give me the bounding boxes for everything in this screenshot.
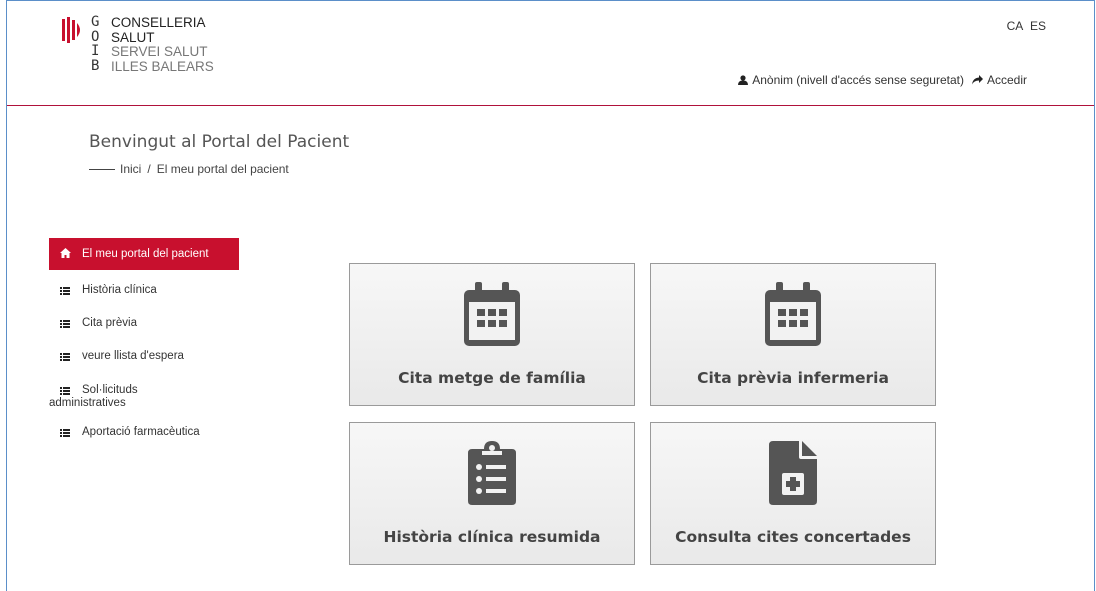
sidebar-item-historia[interactable]: Història clínica <box>49 284 239 298</box>
logo-letter: O <box>91 28 100 45</box>
login-link[interactable]: Accedir <box>987 73 1027 87</box>
home-icon <box>60 248 71 258</box>
tile-historia-clinica[interactable]: Història clínica resumida <box>349 422 635 565</box>
tile-label: Història clínica resumida <box>383 528 601 546</box>
tile-cita-metge[interactable]: Cita metge de família <box>349 263 635 406</box>
file-medical-icon <box>769 441 817 505</box>
breadcrumb-line <box>89 168 115 170</box>
sidebar-item-aportacio[interactable]: Aportació farmacèutica <box>49 426 239 440</box>
tile-cita-infermeria[interactable]: Cita prèvia infermeria <box>650 263 936 406</box>
sidebar-item-sollicituds[interactable]: Sol·licituds administratives <box>49 384 239 412</box>
logo-letter: I <box>91 43 100 59</box>
lang-es-link[interactable]: ES <box>1030 19 1046 33</box>
breadcrumb: Inici / El meu portal del pacient <box>89 162 289 176</box>
logo-letter: B <box>91 57 100 74</box>
list-icon <box>60 320 70 328</box>
user-status: Anònim (nivell d'accés sense seguretat) <box>752 73 964 87</box>
sidebar-item-label: veure llista d'espera <box>82 350 184 362</box>
list-icon <box>60 353 70 361</box>
tile-label: Cita metge de família <box>398 369 586 387</box>
logo-line-conselleria: CONSELLERIA <box>111 15 206 30</box>
logo-line-servei: SERVEI SALUT <box>111 44 208 59</box>
list-icon <box>60 287 70 295</box>
sidebar-item-label: Cita prèvia <box>82 317 137 329</box>
logo-letters: G O I B <box>91 15 99 73</box>
user-icon <box>738 75 749 85</box>
tile-label: Consulta cites concertades <box>675 528 911 546</box>
tile-consulta-cites[interactable]: Consulta cites concertades <box>650 422 936 565</box>
calendar-icon <box>765 282 821 346</box>
list-icon <box>60 429 70 437</box>
lang-ca-link[interactable]: CA <box>1007 19 1023 33</box>
logo-line-illes: ILLES BALEARS <box>111 58 214 74</box>
sidebar-item-llista-espera[interactable]: veure llista d'espera <box>49 350 239 364</box>
goib-emblem-icon <box>62 17 80 43</box>
sidebar-item-cita[interactable]: Cita prèvia <box>49 317 239 331</box>
logo-words: CONSELLERIA SALUT SERVEI SALUT ILLES BAL… <box>111 15 214 74</box>
breadcrumb-separator: / <box>147 162 151 176</box>
share-arrow-icon <box>971 75 983 85</box>
logo-letter: G <box>91 14 100 30</box>
clipboard-list-icon <box>468 441 516 505</box>
sidebar-item-label: Aportació farmacèutica <box>82 426 200 438</box>
logo-line-salut: SALUT <box>111 29 155 45</box>
breadcrumb-home-link[interactable]: Inici <box>120 162 141 176</box>
sidebar-item-label: El meu portal del pacient <box>82 248 209 260</box>
language-switcher: CA ES <box>1003 19 1046 33</box>
breadcrumb-current: El meu portal del pacient <box>156 162 289 176</box>
header: G O I B CONSELLERIA SALUT SERVEI SALUT I… <box>7 1 1094 106</box>
sidebar-item-portal[interactable]: El meu portal del pacient <box>49 238 239 270</box>
sidebar-item-label: Història clínica <box>82 284 157 296</box>
tile-label: Cita prèvia infermeria <box>697 369 889 387</box>
user-bar: Anònim (nivell d'accés sense seguretat) … <box>738 73 1027 87</box>
calendar-icon <box>464 282 520 346</box>
page-title: Benvingut al Portal del Pacient <box>89 132 350 152</box>
sidebar-nav: El meu portal del pacient Història clíni… <box>49 238 239 440</box>
list-icon <box>60 387 70 395</box>
